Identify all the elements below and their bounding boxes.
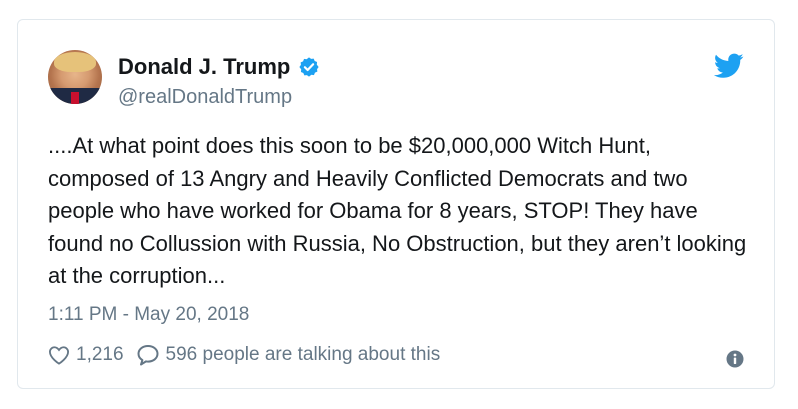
author-display-name[interactable]: Donald J. Trump	[118, 54, 290, 80]
tweet-card: Donald J. Trump @realDonaldTrump ....At …	[17, 19, 775, 389]
verified-badge-icon	[299, 57, 319, 77]
tweet-timestamp[interactable]: 1:11 PM - May 20, 2018	[48, 304, 249, 326]
author-name-row: Donald J. Trump	[118, 54, 320, 80]
talking-about-text: 596 people are talking about this	[165, 344, 441, 365]
like-action[interactable]: 1,216	[48, 344, 124, 366]
conversation-action[interactable]: 596 people are talking about this	[136, 344, 441, 366]
avatar[interactable]	[48, 50, 102, 104]
speech-bubble-icon[interactable]	[136, 344, 160, 366]
twitter-bird-icon[interactable]	[714, 53, 744, 79]
like-count: 1,216	[76, 344, 124, 365]
tweet-text: ....At what point does this soon to be $…	[48, 133, 753, 288]
author-handle[interactable]: @realDonaldTrump	[118, 85, 292, 109]
info-icon[interactable]	[726, 350, 744, 368]
heart-icon[interactable]	[48, 345, 70, 365]
engagement-bar: 1,216 596 people are talking about this	[48, 344, 440, 366]
